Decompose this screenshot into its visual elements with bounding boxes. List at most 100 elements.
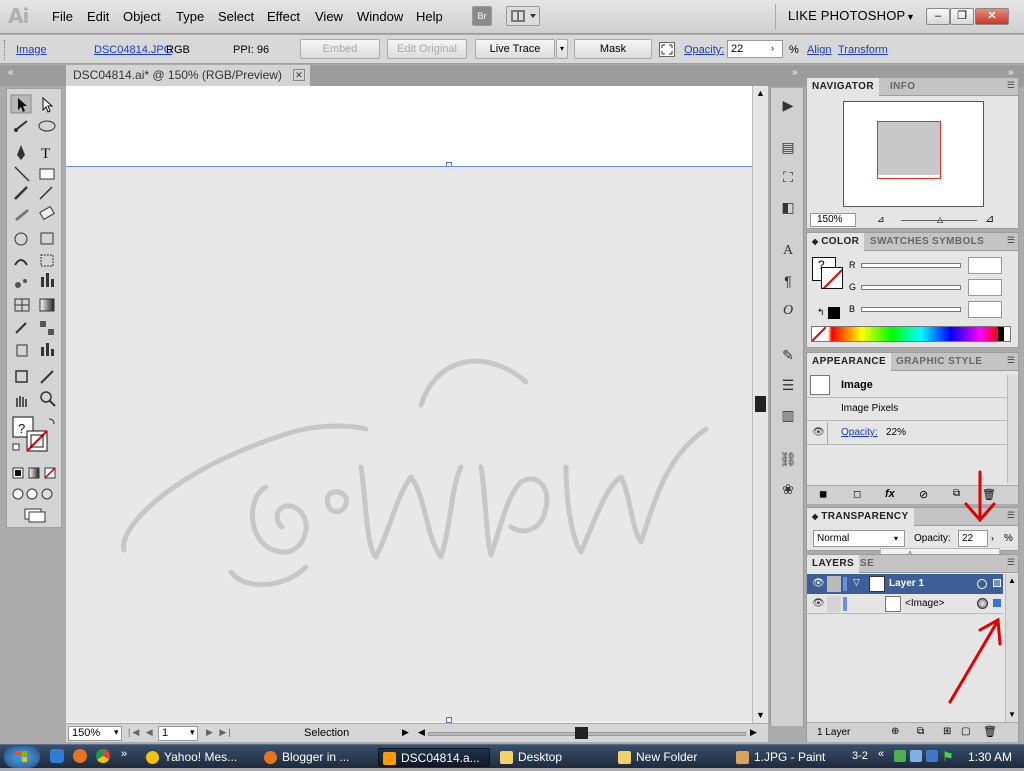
- placed-image[interactable]: [66, 166, 752, 722]
- tab-appearance[interactable]: APPEARANCE: [807, 353, 892, 371]
- tab-color[interactable]: ◆ COLOR: [807, 233, 865, 251]
- workspace-dropdown-icon[interactable]: ▼: [906, 12, 915, 22]
- object-type-label[interactable]: Image: [16, 44, 47, 56]
- collapse-toolbar-icon[interactable]: «: [8, 67, 14, 78]
- menu-help[interactable]: Help: [416, 9, 443, 24]
- clipping-mask-icon[interactable]: ⧉: [917, 726, 924, 737]
- minimize-button[interactable]: –: [926, 8, 950, 25]
- hand-tool[interactable]: [8, 389, 32, 411]
- layers-scroll-down-icon[interactable]: ▼: [1008, 710, 1016, 719]
- layer-visibility-eye-icon[interactable]: 👁: [812, 578, 825, 589]
- scroll-down-icon[interactable]: ▼: [756, 710, 765, 720]
- character-icon[interactable]: A: [778, 242, 798, 260]
- tray-network-icon[interactable]: [910, 750, 922, 762]
- blend-mode-dropdown-icon[interactable]: ▾: [894, 534, 898, 543]
- taskbar-yahoo[interactable]: Yahoo! Mes...: [142, 748, 254, 767]
- layer-lock-toggle[interactable]: [827, 576, 841, 592]
- align-link[interactable]: Align: [807, 44, 831, 56]
- stroke-swatch-none[interactable]: [821, 267, 843, 289]
- transform-each-icon[interactable]: [659, 42, 675, 57]
- tab-layers[interactable]: LAYERS: [807, 555, 860, 573]
- image-lock-toggle[interactable]: [827, 596, 841, 612]
- menu-view[interactable]: View: [315, 9, 343, 24]
- language-indicator[interactable]: 3-2: [852, 750, 868, 762]
- align-icon[interactable]: ▤: [778, 138, 798, 156]
- scroll-left-icon[interactable]: ◀: [418, 727, 425, 738]
- opacity-stepper-icon[interactable]: ›: [771, 43, 774, 53]
- brushes-icon[interactable]: ✎: [778, 346, 798, 364]
- tray-app-icon[interactable]: [894, 750, 906, 762]
- quicklaunch-firefox-icon[interactable]: [73, 749, 87, 763]
- menu-select[interactable]: Select: [218, 9, 254, 24]
- g-slider[interactable]: [861, 285, 961, 290]
- bridge-button[interactable]: Br: [472, 6, 492, 26]
- taskbar-paint[interactable]: 1.JPG - Paint: [732, 748, 844, 767]
- tab-second[interactable]: SE: [855, 555, 879, 573]
- close-tab-icon[interactable]: ✕: [292, 69, 305, 81]
- close-button[interactable]: ✕: [975, 8, 1009, 25]
- transform-link[interactable]: Transform: [838, 44, 888, 56]
- r-value-input[interactable]: [968, 257, 1002, 274]
- menu-file[interactable]: File: [52, 9, 73, 24]
- opacity-label[interactable]: Opacity:: [684, 44, 724, 56]
- tab-symbols[interactable]: SYMBOLS: [927, 233, 989, 251]
- direct-selection-tool[interactable]: [34, 89, 58, 113]
- color-spectrum[interactable]: [811, 326, 1011, 342]
- panel-menu-icon[interactable]: ☰: [1007, 80, 1015, 91]
- restore-button[interactable]: ❐: [950, 8, 974, 25]
- panel-menu-icon[interactable]: ☰: [1007, 355, 1015, 366]
- opentype-icon[interactable]: O: [778, 302, 798, 320]
- live-trace-dropdown[interactable]: ▾: [556, 39, 568, 59]
- panel-menu-icon[interactable]: ☰: [1007, 235, 1015, 246]
- scroll-thumb[interactable]: [755, 396, 766, 412]
- expand-layer-icon[interactable]: ▽: [853, 577, 860, 588]
- edit-original-button[interactable]: Edit Original: [387, 39, 467, 59]
- first-prev-page-icon[interactable]: |◀ ◀: [128, 727, 155, 738]
- scroll-right-icon[interactable]: ▶: [750, 727, 757, 738]
- delete-layer-icon[interactable]: 🗑: [983, 725, 997, 738]
- black-swatch[interactable]: [828, 307, 840, 319]
- zoom-tool[interactable]: [34, 389, 58, 411]
- type-tool[interactable]: [34, 141, 58, 163]
- menu-type[interactable]: Type: [176, 9, 204, 24]
- collapse-icons-icon[interactable]: »: [792, 67, 798, 78]
- taskbar-illustrator[interactable]: DSC04814.a...: [378, 748, 490, 767]
- links-icon[interactable]: ⛓: [778, 450, 798, 468]
- menu-window[interactable]: Window: [357, 9, 403, 24]
- zoom-in-icon[interactable]: ⊿: [985, 212, 994, 225]
- navigator-zoom[interactable]: 150%: [810, 213, 856, 227]
- taskbar-blogger[interactable]: Blogger in ...: [260, 748, 372, 767]
- new-sublayer-icon[interactable]: ⊞: [943, 726, 951, 737]
- zoom-out-icon[interactable]: ⊿: [877, 214, 885, 225]
- tray-flag-icon[interactable]: ⚑: [942, 749, 954, 765]
- zoom-slider-thumb-icon[interactable]: △: [937, 215, 943, 224]
- next-last-page-icon[interactable]: ▶ ▶|: [206, 727, 233, 738]
- new-layer-icon[interactable]: ▢: [961, 726, 970, 737]
- opacity-input[interactable]: 22: [727, 40, 783, 58]
- locate-object-icon[interactable]: ⊕: [891, 726, 899, 737]
- image-visibility-eye-icon[interactable]: 👁: [812, 598, 825, 609]
- linked-file-link[interactable]: DSC04814.JPG: [94, 44, 172, 56]
- navigator-view-box[interactable]: [877, 121, 941, 179]
- document-tab[interactable]: DSC04814.ai* @ 150% (RGB/Preview) ✕: [66, 65, 310, 86]
- appearance-scrollbar[interactable]: [1007, 375, 1017, 483]
- taskbar-desktop[interactable]: Desktop: [496, 748, 608, 767]
- navigator-preview[interactable]: [843, 101, 984, 207]
- vertical-scrollbar[interactable]: ▲ ▼: [752, 86, 768, 723]
- quicklaunch-overflow-icon[interactable]: »: [121, 748, 127, 760]
- transform-icon[interactable]: ⛶: [778, 168, 798, 186]
- arrange-documents-button[interactable]: [506, 6, 540, 26]
- h-scroll-thumb[interactable]: [575, 727, 588, 739]
- tab-swatches[interactable]: SWATCHES: [865, 233, 934, 251]
- stroke-icon[interactable]: ☰: [778, 376, 798, 394]
- symbols-icon[interactable]: ❀: [778, 480, 798, 498]
- add-fill-icon[interactable]: ◻: [853, 489, 861, 500]
- b-value-input[interactable]: [968, 301, 1002, 318]
- taskbar-new-folder[interactable]: New Folder: [614, 748, 726, 767]
- quicklaunch-ie-icon[interactable]: [50, 749, 64, 763]
- pen-tool[interactable]: [8, 141, 32, 163]
- menu-edit[interactable]: Edit: [87, 9, 109, 24]
- clear-appearance-icon[interactable]: ⊘: [919, 488, 928, 501]
- gradient-icon[interactable]: ▥: [778, 406, 798, 424]
- tab-info[interactable]: INFO: [885, 78, 921, 96]
